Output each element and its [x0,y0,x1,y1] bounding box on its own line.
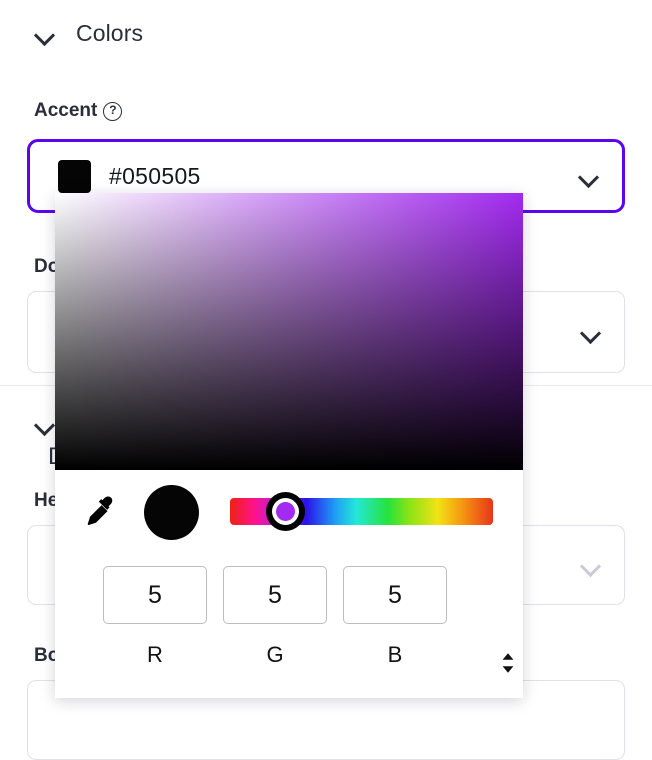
page-title: Colors [76,20,144,46]
section-header-colors[interactable]: Colors [34,20,143,47]
chevron-down-icon[interactable] [578,165,600,187]
eyedropper-icon[interactable] [85,495,119,529]
accent-label-text: Accent [34,100,98,121]
g-label: G [266,642,284,667]
hue-handle-ring [272,498,299,525]
rgb-channel-g: 5 G [223,566,327,668]
chevron-down-icon[interactable] [34,23,56,45]
color-picker-controls: 5 R 5 G 5 B [55,470,523,698]
r-label: R [147,642,163,667]
help-circle-icon[interactable]: ? [103,101,123,121]
accent-color-swatch[interactable] [58,159,91,193]
b-label: B [387,642,403,667]
color-picker-popover[interactable]: 5 R 5 G 5 B [55,193,523,698]
b-input[interactable]: 5 [343,566,447,624]
rgb-channel-b: 5 B [343,566,447,668]
settings-panel: Colors Accent ? #050505 Do D He Bo [0,0,652,760]
section-header-secondary[interactable] [34,413,56,440]
saturation-value-area[interactable] [55,193,523,470]
chevron-down-icon[interactable] [34,413,56,435]
hue-slider[interactable] [230,492,493,531]
chevron-down-icon[interactable] [580,554,602,576]
chevron-down-icon[interactable] [580,321,602,343]
color-preview-swatch [144,485,199,540]
accent-label: Accent ? [34,100,123,122]
hue-slider-handle[interactable] [266,492,305,531]
hue-handle-core [276,502,295,521]
rgb-channel-r: 5 R [103,566,207,668]
r-input[interactable]: 5 [103,566,207,624]
accent-hex-value[interactable]: #050505 [109,163,201,190]
g-input[interactable]: 5 [223,566,327,624]
rgb-inputs: 5 R 5 G 5 B [103,566,493,668]
chevron-up-down-icon[interactable] [499,650,517,676]
